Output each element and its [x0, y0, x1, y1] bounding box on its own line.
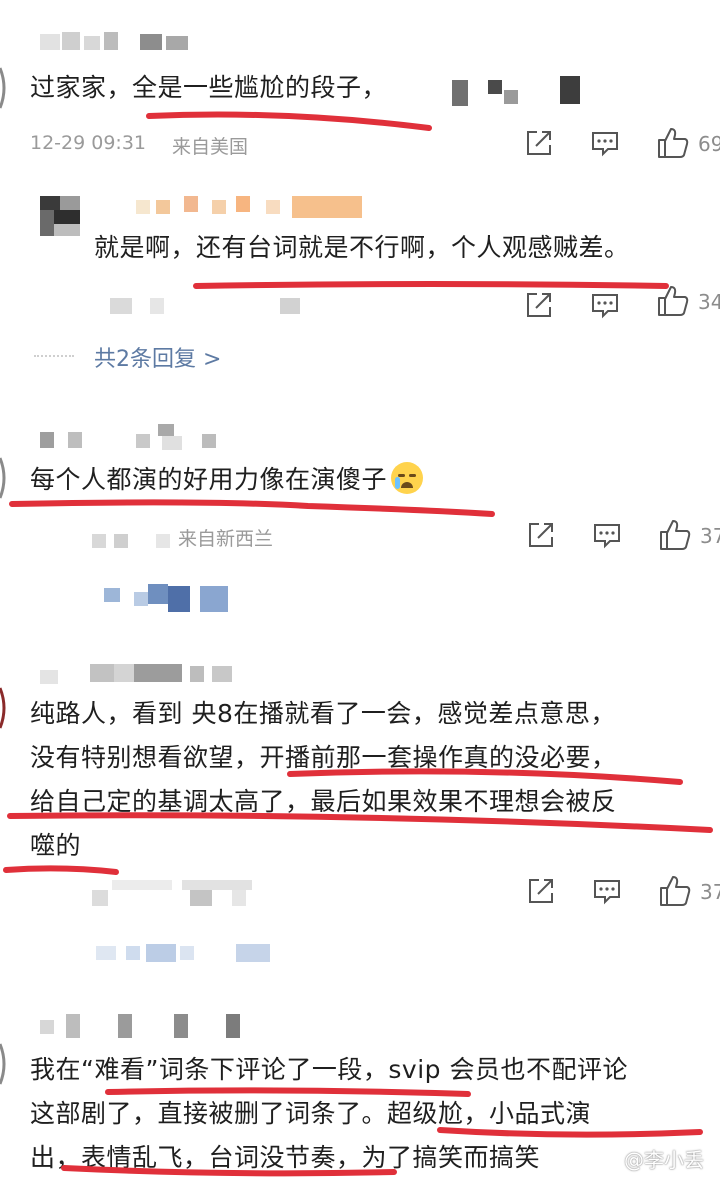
- reply-username-blurred[interactable]: [136, 196, 362, 220]
- comment-icon[interactable]: [590, 290, 620, 320]
- avatar[interactable]: [0, 1036, 10, 1096]
- share-icon[interactable]: [526, 876, 556, 906]
- username-blurred[interactable]: [40, 660, 232, 686]
- comment-location: 来自美国: [172, 136, 249, 158]
- like-icon[interactable]: [658, 874, 692, 908]
- highlight-underline: [7, 812, 713, 833]
- comment-text: 过家家，全是一些尴尬的段子，: [30, 73, 388, 102]
- share-icon[interactable]: [524, 290, 554, 320]
- comment-text-content: 每个人都演的好用力像在演傻子: [30, 465, 388, 494]
- like-count: 37: [700, 524, 720, 548]
- comment-location: 来自新西兰: [178, 528, 274, 550]
- avatar[interactable]: [0, 680, 10, 740]
- watermark: @李小丢: [624, 1148, 704, 1172]
- like-count: 69: [698, 132, 720, 156]
- comment-icon[interactable]: [592, 876, 622, 906]
- comment-text: 每个人都演的好用力像在演傻子: [30, 458, 424, 502]
- comment-time: 12-29 09:31: [30, 132, 147, 154]
- avatar[interactable]: [0, 58, 10, 118]
- highlight-underline: [105, 1087, 471, 1097]
- highlight-underline: [61, 1165, 397, 1177]
- like-count: 34: [698, 290, 720, 314]
- highlight-underline: [146, 111, 432, 131]
- like-icon[interactable]: [656, 284, 690, 318]
- comment-feed-screenshot: { "comments": [ { "text": "过家家，全是一些尴尬的段子…: [0, 0, 720, 1184]
- view-replies-link[interactable]: 共2条回复 >: [94, 341, 221, 373]
- reply-link-blurred[interactable]: [104, 584, 234, 612]
- reply-text: 就是啊，还有台词就是不行啊，个人观感贼差。: [94, 233, 630, 262]
- username-blurred[interactable]: [40, 30, 190, 54]
- highlight-underline: [437, 1127, 703, 1138]
- reply-meta-blurred: [110, 296, 300, 316]
- comment-text-line-1: 纯路人，看到 央8在播就看了一会，感觉差点意思，: [30, 699, 616, 728]
- share-icon[interactable]: [526, 520, 556, 550]
- reply-avatar[interactable]: [40, 196, 80, 236]
- username-blurred[interactable]: [40, 424, 216, 450]
- crying-laughing-emoji-icon: [391, 462, 424, 494]
- highlight-underline: [287, 768, 683, 785]
- username-blurred[interactable]: [40, 1012, 250, 1042]
- comment-icon[interactable]: [592, 520, 622, 550]
- like-icon[interactable]: [658, 518, 692, 552]
- highlight-underline: [3, 865, 119, 875]
- share-icon[interactable]: [524, 128, 554, 158]
- blurred-content: [452, 76, 592, 106]
- comment-icon[interactable]: [590, 128, 620, 158]
- like-icon[interactable]: [656, 126, 690, 160]
- meta-blurred: [92, 878, 272, 908]
- time-blurred: [92, 530, 182, 548]
- reply-divider-dots: [34, 355, 74, 359]
- like-count: 37: [700, 880, 720, 904]
- highlight-underline: [9, 499, 495, 517]
- reply-link-blurred[interactable]: [96, 942, 276, 964]
